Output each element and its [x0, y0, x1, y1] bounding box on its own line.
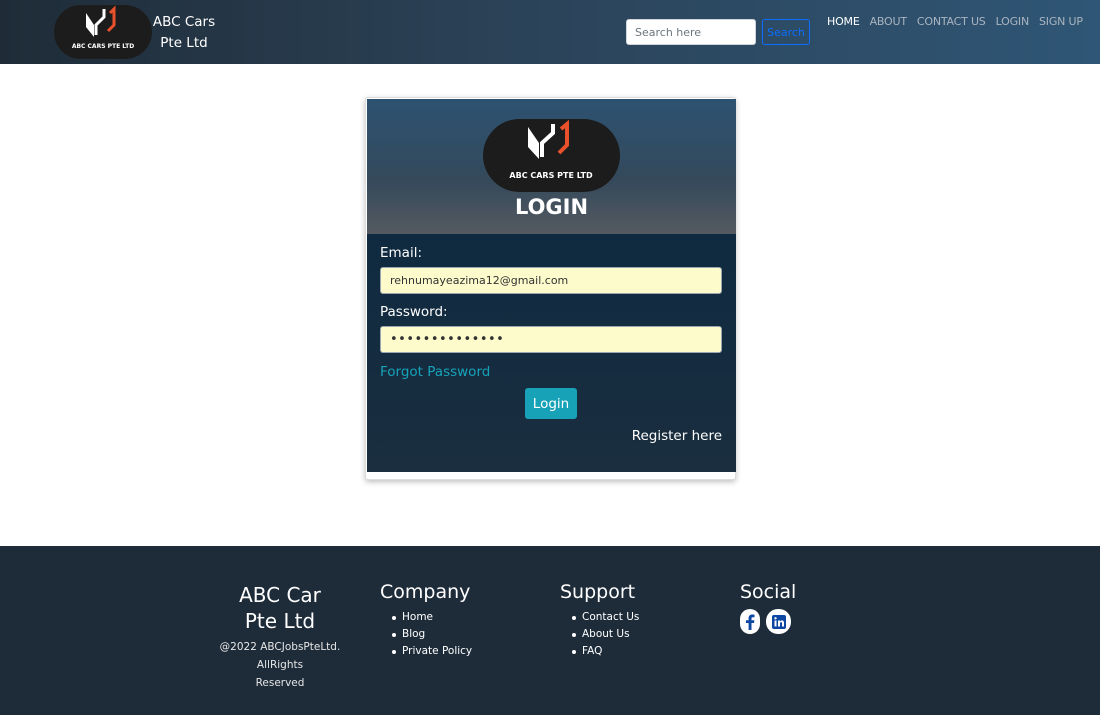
navbar: ABC CARS PTE LTD ABC Cars Pte Ltd Search… [0, 0, 1100, 64]
footer: ABC Car Pte Ltd @2022 ABCJobsPteLtd. All… [0, 546, 1100, 715]
login-form: Email: rehnumayeazima12@gmail.com Passwo… [367, 234, 736, 472]
login-card: ABC CARS PTE LTD LOGIN Email: rehnumayea… [365, 97, 736, 480]
search-button[interactable]: Search [762, 19, 810, 45]
brand-name[interactable]: ABC Cars Pte Ltd [152, 12, 216, 54]
logo-icon: ABC CARS PTE LTD [72, 5, 134, 50]
email-value: rehnumayeazima12@gmail.com [390, 274, 569, 287]
logo-caption: ABC CARS PTE LTD [72, 43, 134, 50]
copyright: @2022 ABCJobsPteLtd. AllRights Reserved [200, 638, 360, 692]
footer-support-list: Contact Us About Us FAQ [560, 609, 639, 660]
brand-logo[interactable]: ABC CARS PTE LTD [54, 5, 152, 59]
nav-link-home[interactable]: HOME [827, 15, 860, 28]
password-label: Password: [380, 304, 448, 320]
social-icons [740, 609, 796, 634]
forgot-password-link[interactable]: Forgot Password [380, 364, 490, 380]
footer-social-heading: Social [740, 581, 797, 603]
facebook-icon[interactable] [740, 609, 760, 634]
footer-company: Company Home Blog Private Policy [380, 581, 472, 660]
footer-link-home[interactable]: Home [392, 609, 472, 626]
password-value: •••••••••••••• [390, 332, 505, 347]
register-link[interactable]: Register here [632, 428, 722, 444]
footer-link-about-us[interactable]: About Us [572, 626, 639, 643]
login-title: LOGIN [514, 195, 589, 219]
email-label: Email: [380, 245, 423, 261]
nav-link-contact[interactable]: CONTACT US [917, 15, 986, 28]
search-input[interactable] [626, 19, 756, 45]
footer-link-private-policy[interactable]: Private Policy [392, 643, 472, 660]
nav-link-login[interactable]: LOGIN [996, 15, 1030, 28]
linkedin-icon[interactable] [766, 609, 791, 634]
logo-caption: ABC CARS PTE LTD [509, 171, 593, 180]
brand-line-1: ABC Cars [152, 14, 216, 30]
footer-company-list: Home Blog Private Policy [380, 609, 472, 660]
footer-support: Support Contact Us About Us FAQ [560, 581, 639, 660]
footer-link-blog[interactable]: Blog [392, 626, 472, 643]
footer-link-contact-us[interactable]: Contact Us [572, 609, 639, 626]
login-button[interactable]: Login [525, 388, 577, 419]
nav-links: HOME ABOUT CONTACT US LOGIN SIGN UP [827, 15, 1093, 28]
footer-brand-line-1: ABC Car [239, 583, 321, 607]
copyright-line-2: Reserved [255, 677, 305, 689]
footer-brand-line-2: Pte Ltd [244, 609, 316, 633]
brand-line-2: Pte Ltd [160, 35, 208, 51]
login-logo: ABC CARS PTE LTD [483, 119, 620, 192]
footer-company-heading: Company [380, 581, 471, 603]
password-field[interactable]: •••••••••••••• [380, 326, 722, 353]
footer-brand: ABC Car Pte Ltd [230, 582, 330, 634]
nav-link-about[interactable]: ABOUT [870, 15, 908, 28]
logo-icon: ABC CARS PTE LTD [509, 119, 593, 180]
footer-support-heading: Support [560, 581, 636, 603]
footer-social: Social [740, 581, 796, 634]
copyright-line-1: @2022 ABCJobsPteLtd. AllRights [219, 641, 341, 671]
nav-link-signup[interactable]: SIGN UP [1039, 15, 1083, 28]
login-card-header: ABC CARS PTE LTD LOGIN [367, 99, 736, 234]
footer-link-faq[interactable]: FAQ [572, 643, 639, 660]
email-field[interactable]: rehnumayeazima12@gmail.com [380, 267, 722, 294]
